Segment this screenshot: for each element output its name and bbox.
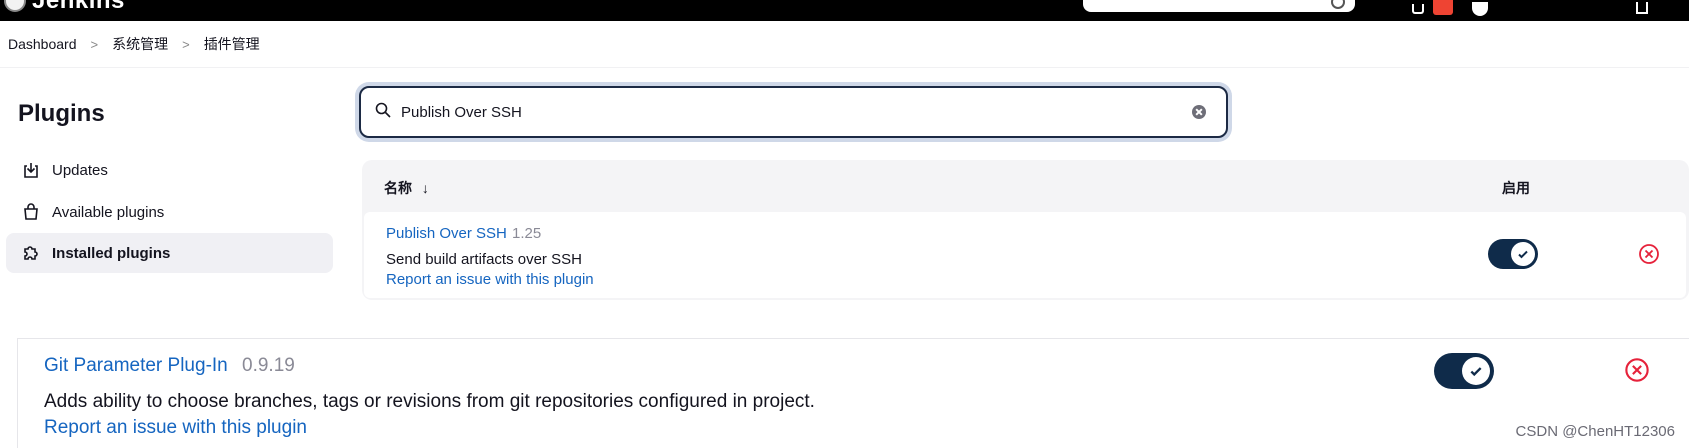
search-icon	[375, 102, 391, 123]
logout-icon[interactable]	[1636, 2, 1648, 14]
breadcrumb: Dashboard > 系统管理 > 插件管理	[0, 21, 1689, 68]
screenshot-gap	[0, 308, 1689, 338]
report-issue-link[interactable]: Report an issue with this plugin	[44, 417, 307, 439]
puzzle-icon	[20, 242, 42, 264]
column-header-name[interactable]: 名称 ↓	[384, 178, 429, 198]
user-avatar-icon[interactable]	[1472, 2, 1488, 16]
plugin-enabled-toggle[interactable]	[1434, 353, 1494, 389]
plugin-version: 1.25	[512, 225, 542, 242]
plugin-row-git-parameter: Git Parameter Plug-In 0.9.19 Adds abilit…	[17, 338, 1689, 448]
column-header-enabled: 启用	[1502, 180, 1530, 196]
breadcrumb-separator: >	[90, 36, 99, 52]
uninstall-plugin-icon[interactable]	[1624, 357, 1650, 388]
checkmark-icon	[1511, 242, 1535, 266]
main-content: Plugins Updates Available plugins Instal…	[0, 68, 1689, 308]
sidebar-item-available-plugins[interactable]: Available plugins	[6, 192, 333, 232]
sidebar-item-updates[interactable]: Updates	[6, 150, 333, 190]
table-row: Publish Over SSH 1.25 Send build artifac…	[364, 212, 1686, 298]
shopping-bag-icon	[20, 201, 42, 223]
sort-arrow-icon: ↓	[421, 180, 429, 196]
breadcrumb-dashboard[interactable]: Dashboard	[8, 36, 77, 52]
global-search-input[interactable]	[1083, 0, 1355, 12]
breadcrumb-separator: >	[182, 36, 190, 52]
breadcrumb-plugin-manager[interactable]: 插件管理	[204, 34, 260, 54]
plugin-name-link[interactable]: Publish Over SSH	[386, 225, 507, 242]
column-name-label: 名称	[384, 180, 412, 196]
plugin-search-box	[359, 86, 1228, 138]
watermark: CSDN @ChenHT12306	[1515, 423, 1675, 440]
page-title: Plugins	[18, 100, 105, 127]
plugin-name-link[interactable]: Git Parameter Plug-In	[44, 355, 228, 377]
help-circle-icon[interactable]	[1331, 0, 1345, 9]
sidebar-item-label: Installed plugins	[52, 244, 171, 262]
jenkins-butler-icon	[4, 0, 26, 12]
clear-search-icon[interactable]	[1192, 105, 1206, 119]
plugins-table: 名称 ↓ 启用 Publish Over SSH 1.25 Send build…	[362, 160, 1689, 300]
sidebar-item-label: Available plugins	[52, 203, 165, 221]
report-issue-link[interactable]: Report an issue with this plugin	[386, 271, 594, 288]
jenkins-logo[interactable]: Jenkins	[4, 0, 125, 16]
app-name: Jenkins	[32, 0, 125, 14]
sidebar-item-installed-plugins[interactable]: Installed plugins	[6, 233, 333, 273]
notification-badge[interactable]	[1433, 0, 1453, 15]
download-icon	[20, 159, 42, 181]
breadcrumb-manage-jenkins[interactable]: 系统管理	[112, 34, 168, 54]
sidebar-item-label: Updates	[52, 161, 108, 179]
plugin-version: 0.9.19	[242, 355, 295, 376]
plugin-description: Adds ability to choose branches, tags or…	[44, 391, 815, 412]
security-shield-icon[interactable]	[1412, 4, 1424, 14]
plugin-enabled-toggle[interactable]	[1488, 239, 1538, 269]
checkmark-icon	[1462, 357, 1490, 385]
plugin-search-input[interactable]	[401, 103, 1192, 121]
plugin-description: Send build artifacts over SSH	[386, 251, 582, 268]
top-navbar: Jenkins	[0, 0, 1689, 21]
uninstall-plugin-icon[interactable]	[1638, 243, 1660, 270]
